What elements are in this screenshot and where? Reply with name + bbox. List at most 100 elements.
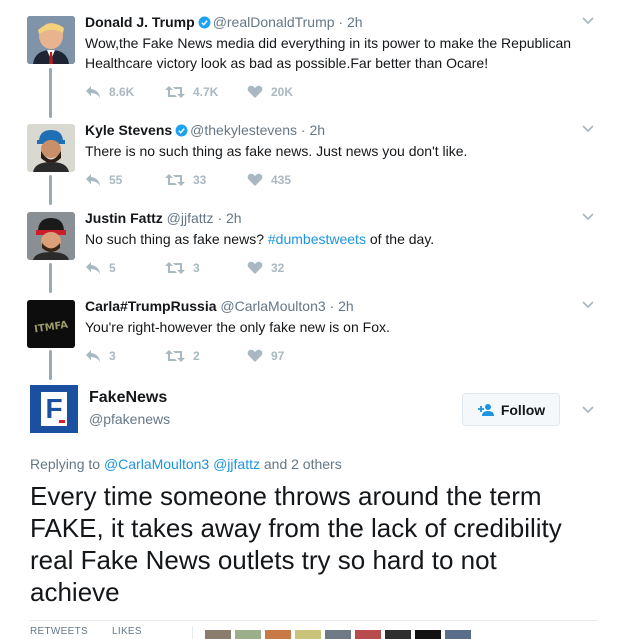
retweet-icon xyxy=(165,262,185,274)
retweet-button[interactable]: 4.7K xyxy=(165,83,247,101)
retweet-button[interactable]: 3 xyxy=(165,259,247,277)
retweet-count: 2 xyxy=(193,349,200,363)
main-handle[interactable]: @pfakenews xyxy=(89,411,170,427)
tweet-header: Kyle Stevens @thekylestevens · 2h xyxy=(85,121,325,139)
likes-stat-label[interactable]: LIKES xyxy=(112,626,192,637)
avatar[interactable] xyxy=(27,16,75,64)
reply-button[interactable]: 8.6K xyxy=(85,83,165,101)
tweet[interactable]: ITMFA Carla#TrumpRussia @CarlaMoulton3 ·… xyxy=(0,297,628,372)
display-name[interactable]: Kyle Stevens xyxy=(85,122,172,138)
chevron-down-icon[interactable] xyxy=(582,404,594,416)
liker-avatars xyxy=(205,630,471,639)
tweet-actions: 8.6K 4.7K 20K xyxy=(85,83,327,101)
tweet-text: There is no such thing as fake news. Jus… xyxy=(85,143,468,159)
display-name[interactable]: Justin Fattz xyxy=(85,210,163,226)
logo-red-mark xyxy=(59,420,65,423)
tweet[interactable]: Justin Fattz @jjfattz · 2h No such thing… xyxy=(0,209,628,284)
reply-icon xyxy=(86,350,100,362)
liker-avatar[interactable] xyxy=(415,630,441,639)
avatar[interactable]: ITMFA xyxy=(27,300,75,348)
tweet-actions: 5 3 32 xyxy=(85,259,327,277)
tweet[interactable]: Kyle Stevens @thekylestevens · 2h There i… xyxy=(0,121,628,196)
like-count: 32 xyxy=(271,261,285,275)
like-button[interactable]: 97 xyxy=(247,347,327,365)
heart-icon xyxy=(247,85,263,98)
retweet-icon xyxy=(165,350,185,362)
chevron-down-icon[interactable] xyxy=(582,15,594,27)
tweet[interactable]: Donald J. Trump @realDonaldTrump · 2h Wow… xyxy=(0,13,628,108)
heart-icon xyxy=(247,349,263,362)
handle[interactable]: @jjfattz xyxy=(167,210,214,226)
timestamp[interactable]: · 2h xyxy=(330,298,354,314)
liker-avatar[interactable] xyxy=(355,630,381,639)
hashtag-link[interactable]: #dumbestweets xyxy=(268,231,366,247)
tweet-text-start: No such thing as fake news? xyxy=(85,231,268,247)
tweet-header: Donald J. Trump @realDonaldTrump · 2h xyxy=(85,13,363,31)
timestamp[interactable]: · 2h xyxy=(301,122,325,138)
display-name[interactable]: Carla#TrumpRussia xyxy=(85,298,217,314)
heart-icon xyxy=(247,173,263,186)
chevron-down-icon[interactable] xyxy=(582,211,594,223)
stats-divider xyxy=(30,620,598,621)
follow-button[interactable]: Follow xyxy=(462,393,560,426)
like-button[interactable]: 32 xyxy=(247,259,327,277)
tweet-actions: 3 2 97 xyxy=(85,347,327,365)
reply-icon xyxy=(86,174,100,186)
liker-avatar[interactable] xyxy=(385,630,411,639)
liker-avatar[interactable] xyxy=(265,630,291,639)
reply-icon xyxy=(86,262,100,274)
verified-badge-icon xyxy=(198,16,211,29)
like-count: 20K xyxy=(271,85,294,99)
retweets-stat-label[interactable]: RETWEETS xyxy=(30,626,112,637)
tweet-text-end: of the day. xyxy=(365,231,435,247)
tweet-text: You're right-however the only fake new i… xyxy=(85,319,390,335)
tweet-header: Justin Fattz @jjfattz · 2h xyxy=(85,209,242,227)
fakenews-logo[interactable]: F xyxy=(30,385,78,433)
reply-button[interactable]: 3 xyxy=(85,347,165,365)
chevron-down-icon[interactable] xyxy=(582,123,594,135)
follow-label: Follow xyxy=(500,401,546,418)
reply-count: 8.6K xyxy=(109,85,135,99)
stats-row: RETWEETS LIKES xyxy=(30,626,598,639)
stats-separator xyxy=(192,626,193,639)
handle[interactable]: @CarlaMoulton3 xyxy=(220,298,325,314)
main-tweet-text: Every time someone throws around the ter… xyxy=(30,481,562,607)
like-count: 435 xyxy=(271,173,292,187)
reply-icon xyxy=(86,86,100,98)
liker-avatar[interactable] xyxy=(445,630,471,639)
liker-avatar[interactable] xyxy=(325,630,351,639)
retweet-button[interactable]: 2 xyxy=(165,347,247,365)
reply-count: 5 xyxy=(109,261,116,275)
handle[interactable]: @thekylestevens xyxy=(190,122,297,138)
retweet-icon xyxy=(165,86,185,98)
add-user-icon xyxy=(477,403,494,416)
reply-count: 55 xyxy=(109,173,123,187)
tweet-text: No such thing as fake news? #dumbestweet… xyxy=(85,229,595,249)
liker-avatar[interactable] xyxy=(235,630,261,639)
timestamp[interactable]: · 2h xyxy=(217,210,241,226)
retweet-icon xyxy=(165,174,185,186)
like-button[interactable]: 435 xyxy=(247,171,327,189)
chevron-down-icon[interactable] xyxy=(582,299,594,311)
display-name[interactable]: Donald J. Trump xyxy=(85,14,195,30)
like-count: 97 xyxy=(271,349,285,363)
tweet-actions: 55 33 435 xyxy=(85,171,327,189)
tweet-header: Carla#TrumpRussia @CarlaMoulton3 · 2h xyxy=(85,297,354,315)
liker-avatar[interactable] xyxy=(295,630,321,639)
replying-users-link[interactable]: @CarlaMoulton3 @jjfattz xyxy=(104,456,260,472)
verified-badge-icon xyxy=(175,124,188,137)
avatar[interactable] xyxy=(27,212,75,260)
handle[interactable]: @realDonaldTrump xyxy=(213,14,335,30)
reply-button[interactable]: 5 xyxy=(85,259,165,277)
liker-avatar[interactable] xyxy=(205,630,231,639)
main-name[interactable]: FakeNews xyxy=(89,389,167,407)
retweet-button[interactable]: 33 xyxy=(165,171,247,189)
reply-count: 3 xyxy=(109,349,116,363)
replying-to: Replying to @CarlaMoulton3 @jjfattz and … xyxy=(30,456,342,472)
timestamp[interactable]: · 2h xyxy=(338,14,362,30)
replying-prefix: Replying to xyxy=(30,456,104,472)
retweet-count: 4.7K xyxy=(193,85,219,99)
like-button[interactable]: 20K xyxy=(247,83,327,101)
avatar[interactable] xyxy=(27,124,75,172)
reply-button[interactable]: 55 xyxy=(85,171,165,189)
